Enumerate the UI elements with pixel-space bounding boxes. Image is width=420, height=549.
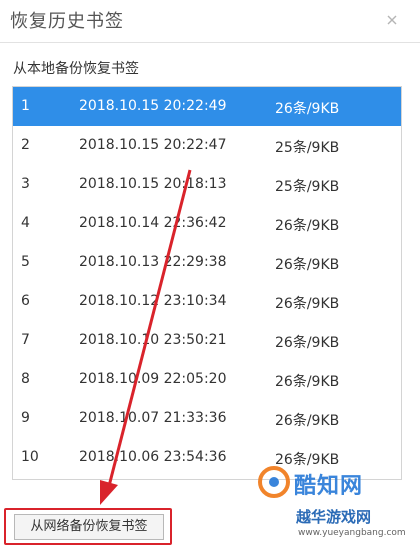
restore-bookmarks-dialog: 恢复历史书签 从本地备份恢复书签 1 2018.10.15 20:22:49 26条… bbox=[0, 0, 420, 549]
backup-datetime: 2018.10.15 20:22:47 bbox=[79, 137, 227, 153]
watermark-logo-icon bbox=[258, 466, 290, 498]
list-item[interactable]: 8 2018.10.09 22:05:20 26条/9KB bbox=[13, 360, 401, 399]
backup-size: 25条/9KB bbox=[275, 140, 340, 156]
list-item[interactable]: 5 2018.10.13 22:29:38 26条/9KB bbox=[13, 243, 401, 282]
local-backup-label: 从本地备份恢复书签 bbox=[13, 61, 139, 77]
backup-size: 26条/9KB bbox=[275, 257, 340, 273]
backup-size: 26条/9KB bbox=[275, 101, 340, 117]
backup-size: 25条/9KB bbox=[275, 179, 340, 195]
backup-size: 26条/9KB bbox=[275, 218, 340, 234]
list-item[interactable]: 4 2018.10.14 22:36:42 26条/9KB bbox=[13, 204, 401, 243]
dialog-title: 恢复历史书签 bbox=[10, 11, 124, 32]
watermark-name: 酷知网 bbox=[294, 474, 364, 499]
backup-datetime: 2018.10.14 22:36:42 bbox=[79, 215, 227, 231]
backup-index: 7 bbox=[21, 332, 30, 348]
backup-index: 3 bbox=[21, 176, 30, 192]
backup-datetime: 2018.10.12 23:10:34 bbox=[79, 293, 227, 309]
restore-from-network-button[interactable]: 从网络备份恢复书签 bbox=[14, 514, 164, 540]
backup-datetime: 2018.10.15 20:18:13 bbox=[79, 176, 227, 192]
backup-size: 26条/9KB bbox=[275, 335, 340, 351]
list-item[interactable]: 3 2018.10.15 20:18:13 25条/9KB bbox=[13, 165, 401, 204]
list-item[interactable]: 9 2018.10.07 21:33:36 26条/9KB bbox=[13, 399, 401, 438]
backup-size: 26条/9KB bbox=[275, 374, 340, 390]
backup-datetime: 2018.10.15 20:22:49 bbox=[79, 98, 227, 114]
backup-index: 1 bbox=[21, 98, 30, 114]
backup-datetime: 2018.10.13 22:29:38 bbox=[79, 254, 227, 270]
list-item[interactable]: 6 2018.10.12 23:10:34 26条/9KB bbox=[13, 282, 401, 321]
backup-datetime: 2018.10.06 23:54:36 bbox=[79, 449, 227, 465]
backup-list: 1 2018.10.15 20:22:49 26条/9KB 2 2018.10.15 2… bbox=[12, 86, 402, 480]
backup-size: 26条/9KB bbox=[275, 296, 340, 312]
backup-datetime: 2018.10.07 21:33:36 bbox=[79, 410, 227, 426]
backup-index: 4 bbox=[21, 215, 30, 231]
list-item[interactable]: 1 2018.10.15 20:22:49 26条/9KB bbox=[13, 87, 401, 126]
backup-size: 26条/9KB bbox=[275, 413, 340, 429]
close-icon[interactable] bbox=[381, 9, 403, 31]
backup-index: 2 bbox=[21, 137, 30, 153]
watermark: 酷知网 越华游戏网 www.yueyangbang.com bbox=[256, 464, 420, 549]
backup-datetime: 2018.10.09 22:05:20 bbox=[79, 371, 227, 387]
backup-index: 5 bbox=[21, 254, 30, 270]
watermark-name-secondary: 越华游戏网 bbox=[296, 508, 372, 526]
backup-index: 10 bbox=[21, 449, 39, 465]
list-item[interactable]: 2 2018.10.15 20:22:47 25条/9KB bbox=[13, 126, 401, 165]
backup-index: 9 bbox=[21, 410, 30, 426]
dialog-header: 恢复历史书签 bbox=[0, 0, 420, 43]
backup-datetime: 2018.10.10 23:50:21 bbox=[79, 332, 227, 348]
list-item[interactable]: 7 2018.10.10 23:50:21 26条/9KB bbox=[13, 321, 401, 360]
backup-index: 6 bbox=[21, 293, 30, 309]
watermark-url: www.yueyangbang.com bbox=[298, 528, 406, 538]
backup-index: 8 bbox=[21, 371, 30, 387]
